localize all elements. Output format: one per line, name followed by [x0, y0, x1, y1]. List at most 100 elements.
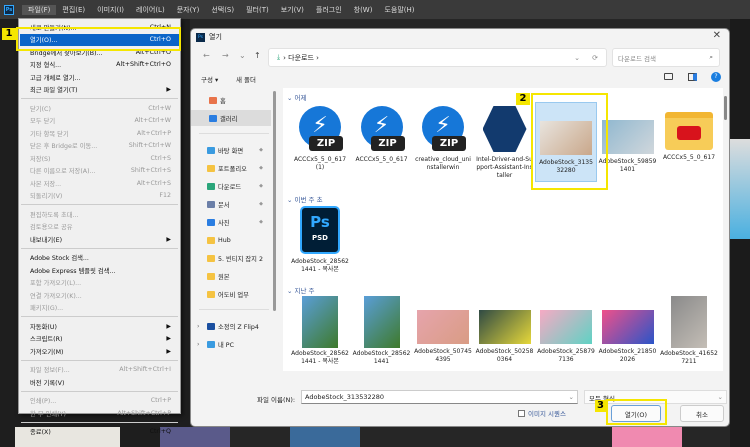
file-item[interactable]: AdobeStock_507454395: [412, 296, 474, 364]
file-item[interactable]: ⚡ ZIP ACCCx5_5_0_617 (1): [289, 106, 351, 172]
menubar-item[interactable]: 플러그인: [310, 5, 348, 15]
file-item[interactable]: AdobeStock_285621441 - 복사본: [289, 296, 351, 366]
up-arrow-icon[interactable]: ↑: [254, 51, 261, 60]
download-icon: [207, 182, 215, 190]
organize-button[interactable]: 구성 ▾: [201, 74, 218, 84]
chevron-down-icon[interactable]: ⌄: [569, 393, 574, 401]
checkbox[interactable]: [518, 409, 525, 417]
file-item[interactable]: ACCCx5_5_0_617: [658, 106, 720, 162]
close-button[interactable]: ✕: [713, 30, 721, 41]
file-item[interactable]: Ps PSD AdobeStock_285621441 - 복사본: [289, 206, 351, 274]
menubar-item[interactable]: 파일(F): [22, 4, 57, 15]
image-sequence-checkbox[interactable]: 이미지 시퀀스: [518, 408, 566, 418]
sidebar-item[interactable]: 어도비 업무: [191, 286, 271, 302]
sidebar-item-label: 어도비 업무: [218, 291, 249, 299]
sidebar-item[interactable]: 다운로드 ◆: [191, 178, 271, 194]
sidebar-item[interactable]: 5. 빈티지 잡지 2: [191, 250, 271, 266]
menu-item[interactable]: 최근 파일 열기(T) ▶: [20, 84, 179, 96]
file-menu: 새로 만들기(N)... Ctrl+N 열기(O)... Ctrl+O Bridge에서…: [18, 18, 181, 436]
menubar-item[interactable]: 레이어(L): [130, 5, 171, 15]
section-header[interactable]: ⌄ 이번 주 초: [287, 194, 323, 204]
scroll-thumb[interactable]: [724, 96, 727, 120]
view-options-icon[interactable]: [664, 73, 673, 80]
help-icon[interactable]: ?: [711, 72, 721, 82]
filename-value: AdobeStock_313532280: [305, 393, 385, 401]
chevron-down-icon[interactable]: ⌄: [574, 54, 580, 62]
file-list-scrollbar[interactable]: [723, 88, 729, 371]
file-item[interactable]: ⚡ ZIP creative_cloud_uninstallerwin: [412, 106, 474, 172]
menu-item[interactable]: 내보내기(E) ▶: [20, 233, 179, 245]
refresh-icon[interactable]: ⟳: [592, 54, 598, 62]
search-input[interactable]: 다운로드 검색 ⌕: [612, 48, 720, 67]
sidebar-item[interactable]: › 내 PC: [191, 336, 271, 352]
sidebar-item-label: 원본: [218, 273, 230, 281]
menu-item-label: 자동화(U): [30, 323, 57, 331]
menubar-item[interactable]: 필터(T): [240, 5, 275, 15]
search-placeholder: 다운로드 검색: [618, 54, 656, 63]
new-folder-button[interactable]: 새 폴더: [236, 74, 256, 84]
file-item[interactable]: AdobeStock_416527211: [658, 296, 720, 366]
back-arrow-icon[interactable]: ←: [203, 51, 210, 60]
pictures-icon: [207, 218, 215, 226]
menu-item[interactable]: 버전 기록(V): [20, 376, 179, 388]
forward-arrow-icon[interactable]: →: [222, 51, 229, 60]
annotation-box-1: [16, 27, 181, 51]
file-item[interactable]: AdobeStock_285621441: [351, 296, 413, 366]
psd-logo-text: Ps: [310, 213, 330, 231]
sidebar-item[interactable]: 사진 ◆: [191, 214, 271, 230]
menubar-item[interactable]: 창(W): [348, 5, 379, 15]
menu-item[interactable]: 고급 개체로 열기...: [20, 71, 179, 83]
submenu-arrow-icon: ▶: [166, 335, 171, 342]
menu-item[interactable]: 종료(X) Ctrl+Q: [20, 426, 179, 438]
menu-item[interactable]: 스크립트(R) ▶: [20, 333, 179, 345]
menubar-item[interactable]: 이미지(I): [91, 5, 130, 15]
expand-chevron-icon[interactable]: ›: [197, 323, 200, 330]
file-name: AdobeStock_507454395: [414, 348, 472, 363]
sidebar-item[interactable]: 갤러리: [191, 110, 271, 126]
sidebar-item[interactable]: 문서 ◆: [191, 196, 271, 212]
menubar-item[interactable]: 선택(S): [205, 5, 240, 15]
menu-item-label: 포함 가져오기(L)...: [30, 280, 82, 287]
sidebar-scrollbar[interactable]: [273, 91, 276, 311]
folder-icon: [207, 272, 215, 280]
preview-pane-icon[interactable]: [688, 73, 697, 81]
expand-chevron-icon[interactable]: ›: [197, 341, 200, 348]
filename-input[interactable]: AdobeStock_313532280 ⌄: [301, 390, 578, 404]
file-item[interactable]: Intel-Driver-and-Support-Assistant-Insta…: [474, 106, 536, 180]
menu-item-label: 버전 기록(V): [30, 379, 65, 387]
sidebar-item[interactable]: 바탕 화면 ◆: [191, 142, 271, 158]
sidebar-item[interactable]: 홈: [191, 92, 271, 108]
menu-item[interactable]: 자동화(U) ▶: [20, 320, 179, 332]
menu-item[interactable]: 가져오기(M) ▶: [20, 345, 179, 357]
menu-item[interactable]: Adobe Stock 검색...: [20, 252, 179, 264]
section-header[interactable]: ⌄ 어제: [287, 92, 306, 102]
menu-item[interactable]: Adobe Express 템플릿 검색...: [20, 264, 179, 276]
file-item[interactable]: ⚡ ZIP ACCCx5_5_0_617: [351, 106, 413, 164]
file-item[interactable]: AdobeStock_218502026: [597, 296, 659, 364]
menubar-item[interactable]: 도움말(H): [378, 5, 420, 15]
sidebar-item[interactable]: 원본: [191, 268, 271, 284]
menubar-item[interactable]: 보기(V): [275, 5, 310, 15]
menubar-item[interactable]: 편집(E): [56, 5, 91, 15]
sidebar-item[interactable]: Hub: [191, 232, 271, 248]
sidebar-item[interactable]: › 소정의 Z Flip4: [191, 318, 271, 334]
dialog-title: 열기: [209, 33, 222, 41]
address-bar[interactable]: ⤓ › 다운로드 › ⌄ ⟳: [268, 48, 607, 67]
menubar-item[interactable]: 문자(Y): [171, 5, 206, 15]
breadcrumb-downloads[interactable]: 다운로드: [288, 53, 314, 63]
file-item[interactable]: AdobeStock_258797136: [535, 296, 597, 364]
folder-icon: [207, 164, 215, 172]
recent-locations-icon[interactable]: ⌄: [239, 51, 246, 60]
menu-divider: [21, 390, 178, 392]
section-header[interactable]: ⌄ 지난 주: [287, 285, 315, 295]
sidebar-item-label: 내 PC: [218, 341, 234, 349]
file-item[interactable]: AdobeStock_502580364: [474, 296, 536, 364]
menu-item-label: Adobe Express 템플릿 검색...: [30, 267, 116, 275]
pin-icon: ◆: [259, 201, 263, 207]
cancel-button[interactable]: 취소: [680, 405, 724, 422]
menu-divider: [21, 204, 178, 205]
sidebar-item[interactable]: 포트폴리오 ◆: [191, 160, 271, 176]
filename-label: 파일 이름(N):: [257, 396, 296, 404]
image-thumbnail: [540, 310, 592, 344]
menu-item[interactable]: 지정 형식... Alt+Shift+Ctrl+O: [20, 59, 179, 71]
